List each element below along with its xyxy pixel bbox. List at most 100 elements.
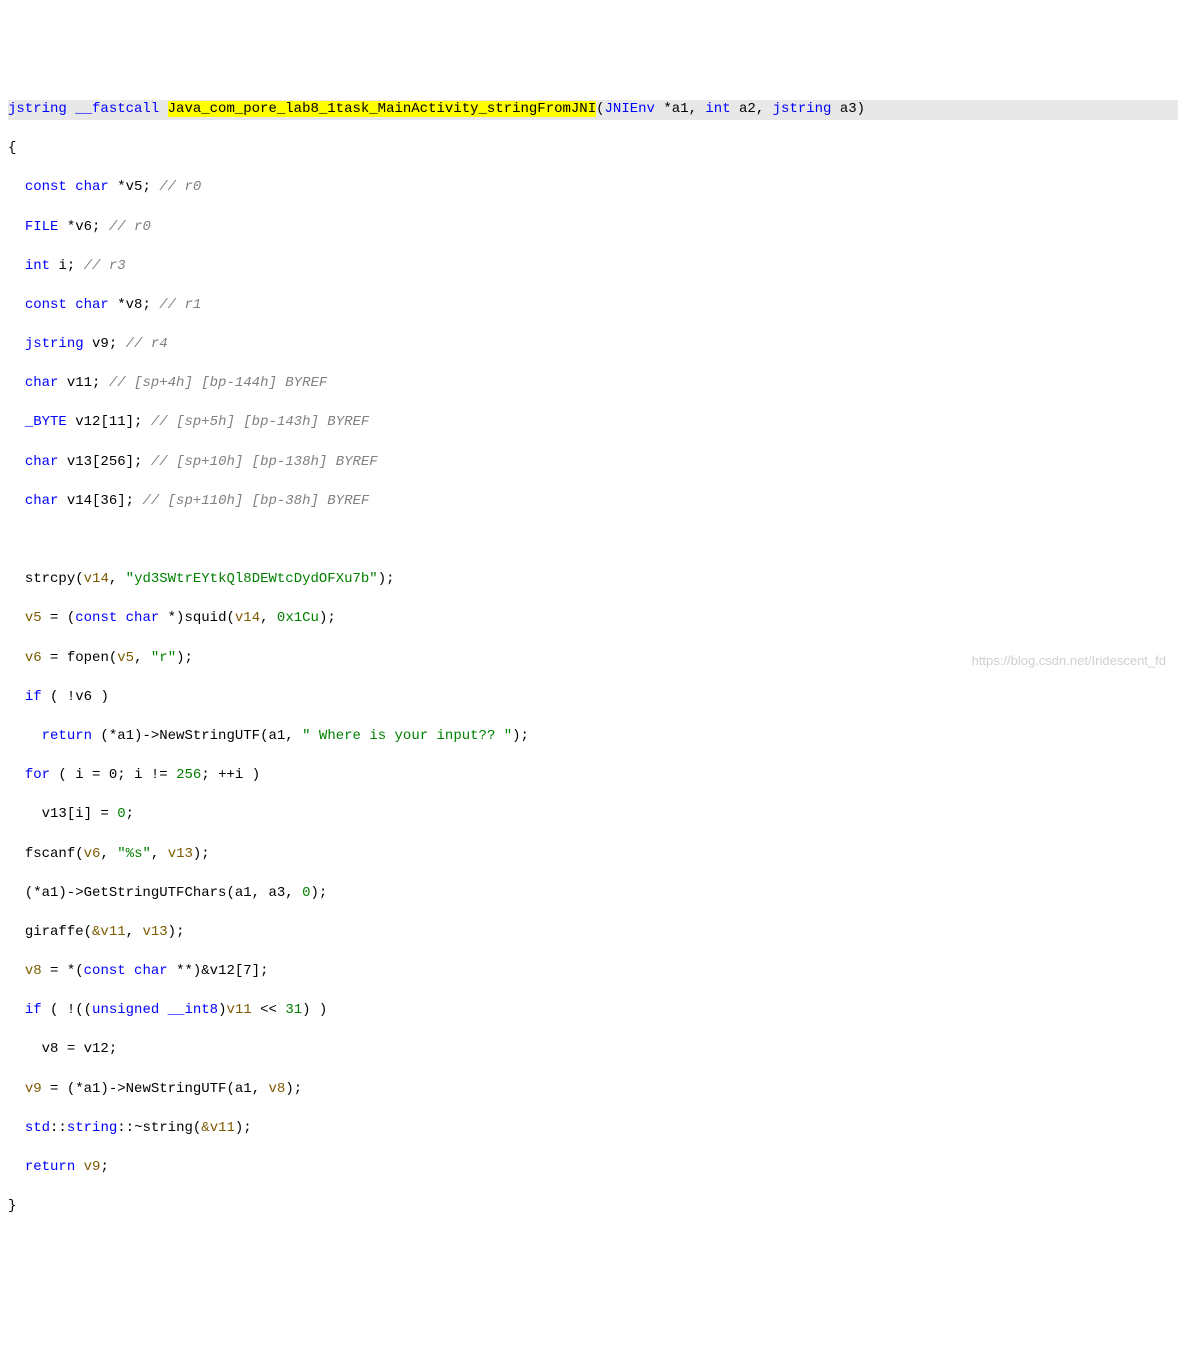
code-line[interactable]: char v13[256]; // [sp+10h] [bp-138h] BYR… [8, 453, 1178, 473]
code-line[interactable]: strcpy(v14, "yd3SWtrEYtkQl8DEWtcDydOFXu7… [8, 570, 1178, 590]
cast-type: unsigned __int8 [92, 1002, 218, 1018]
giraffe-call: giraffe [25, 924, 84, 940]
variable: v8 [269, 1081, 286, 1097]
cast-type: const char [84, 963, 168, 979]
variable: v13 [142, 924, 167, 940]
number-literal: 0 [302, 885, 310, 901]
return-keyword: return [25, 1159, 75, 1175]
variable: &v11 [201, 1120, 235, 1136]
var-type: char [25, 454, 59, 470]
code-line[interactable]: v13[i] = 0; [8, 805, 1178, 825]
variable: v11 [226, 1002, 251, 1018]
comment: // [sp+5h] [bp-143h] BYREF [151, 414, 369, 430]
var-decl: v11; [67, 375, 101, 391]
code-line[interactable]: _BYTE v12[11]; // [sp+5h] [bp-143h] BYRE… [8, 413, 1178, 433]
arg: a1 [268, 728, 285, 744]
code-line[interactable]: return (*a1)->NewStringUTF(a1, " Where i… [8, 727, 1178, 747]
newstringutf-call: NewStringUTF [126, 1081, 227, 1097]
for-cond-var: i [134, 767, 142, 783]
var-type: const char [25, 179, 109, 195]
if-keyword: if [25, 1002, 42, 1018]
var-type: _BYTE [25, 414, 67, 430]
comment: // r4 [126, 336, 168, 352]
code-line[interactable]: v5 = (const char *)squid(v14, 0x1Cu); [8, 609, 1178, 629]
lhs: v13[i] [42, 806, 92, 822]
code-line[interactable]: v8 = v12; [8, 1040, 1178, 1060]
std-namespace: std [25, 1120, 50, 1136]
fopen-call: fopen [67, 650, 109, 666]
squid-call: squid [184, 610, 226, 626]
param-type: JNIEnv [605, 101, 655, 117]
for-keyword: for [25, 767, 50, 783]
code-line[interactable]: char v14[36]; // [sp+110h] [bp-38h] BYRE… [8, 492, 1178, 512]
var-decl: v12[11]; [75, 414, 142, 430]
param-name: a2 [739, 101, 756, 117]
condition: !v6 [67, 689, 92, 705]
var-decl: v9; [92, 336, 117, 352]
comment: // r3 [84, 258, 126, 274]
string-literal: " Where is your input?? " [302, 728, 512, 744]
code-line[interactable]: const char *v8; // r1 [8, 296, 1178, 316]
code-line[interactable]: { [8, 139, 1178, 159]
variable: v8 [25, 963, 42, 979]
variable: v5 [117, 650, 134, 666]
code-line[interactable]: FILE *v6; // r0 [8, 218, 1178, 238]
code-line[interactable]: int i; // r3 [8, 257, 1178, 277]
blank-line [8, 531, 1178, 551]
number-literal: 0 [117, 806, 125, 822]
watermark: https://blog.csdn.net/Iridescent_fd [972, 652, 1166, 670]
var-decl: v14[36]; [67, 493, 134, 509]
string-class: string [67, 1120, 117, 1136]
var-type: char [25, 493, 59, 509]
code-line[interactable]: if ( !((unsigned __int8)v11 << 31) ) [8, 1001, 1178, 1021]
var-decl: *v5; [117, 179, 151, 195]
param-type: int [705, 101, 730, 117]
code-line[interactable]: giraffe(&v11, v13); [8, 923, 1178, 943]
code-line[interactable]: jstring v9; // r4 [8, 335, 1178, 355]
var-decl: i; [58, 258, 75, 274]
if-keyword: if [25, 689, 42, 705]
code-line[interactable]: char v11; // [sp+4h] [bp-144h] BYREF [8, 374, 1178, 394]
variable: v14 [235, 610, 260, 626]
code-line[interactable]: v8 = *(const char **)&v12[7]; [8, 962, 1178, 982]
comment: // r0 [159, 179, 201, 195]
variable: v6 [25, 650, 42, 666]
hex-literal: 0x1Cu [277, 610, 319, 626]
var-type: FILE [25, 219, 59, 235]
for-inc: ++i [218, 767, 243, 783]
function-signature-line[interactable]: jstring __fastcall Java_com_pore_lab8_1t… [8, 100, 1178, 120]
function-name[interactable]: Java_com_pore_lab8_1task_MainActivity_st… [168, 101, 596, 117]
code-line[interactable]: std::string::~string(&v11); [8, 1119, 1178, 1139]
comment: // [sp+4h] [bp-144h] BYREF [109, 375, 327, 391]
code-line[interactable]: const char *v5; // r0 [8, 178, 1178, 198]
for-init: i = 0 [75, 767, 117, 783]
fscanf-call: fscanf [25, 846, 75, 862]
open-brace: { [8, 140, 16, 156]
expr: **)&v12[7] [176, 963, 260, 979]
variable: v9 [25, 1081, 42, 1097]
code-line[interactable]: if ( !v6 ) [8, 688, 1178, 708]
code-line[interactable]: return v9; [8, 1158, 1178, 1178]
comment: // r1 [159, 297, 201, 313]
code-line[interactable]: (*a1)->GetStringUTFChars(a1, a3, 0); [8, 884, 1178, 904]
code-line[interactable]: } [8, 1197, 1178, 1217]
param-type: jstring [773, 101, 832, 117]
variable: v6 [84, 846, 101, 862]
variable: v13 [168, 846, 193, 862]
var-type: const char [25, 297, 109, 313]
string-literal: "%s" [117, 846, 151, 862]
var-type: int [25, 258, 50, 274]
comment: // [sp+110h] [bp-38h] BYREF [142, 493, 369, 509]
comment: // r0 [109, 219, 151, 235]
variable: v14 [84, 571, 109, 587]
close-brace: } [8, 1198, 16, 1214]
code-line[interactable]: for ( i = 0; i != 256; ++i ) [8, 766, 1178, 786]
var-decl: v13[256]; [67, 454, 143, 470]
statement: v8 = v12; [42, 1041, 118, 1057]
string-literal: "yd3SWtrEYtkQl8DEWtcDydOFXu7b" [126, 571, 378, 587]
code-line[interactable]: v9 = (*a1)->NewStringUTF(a1, v8); [8, 1080, 1178, 1100]
newstringutf-call: NewStringUTF [159, 728, 260, 744]
var-type: char [25, 375, 59, 391]
param-name: *a1 [663, 101, 688, 117]
code-line[interactable]: fscanf(v6, "%s", v13); [8, 845, 1178, 865]
